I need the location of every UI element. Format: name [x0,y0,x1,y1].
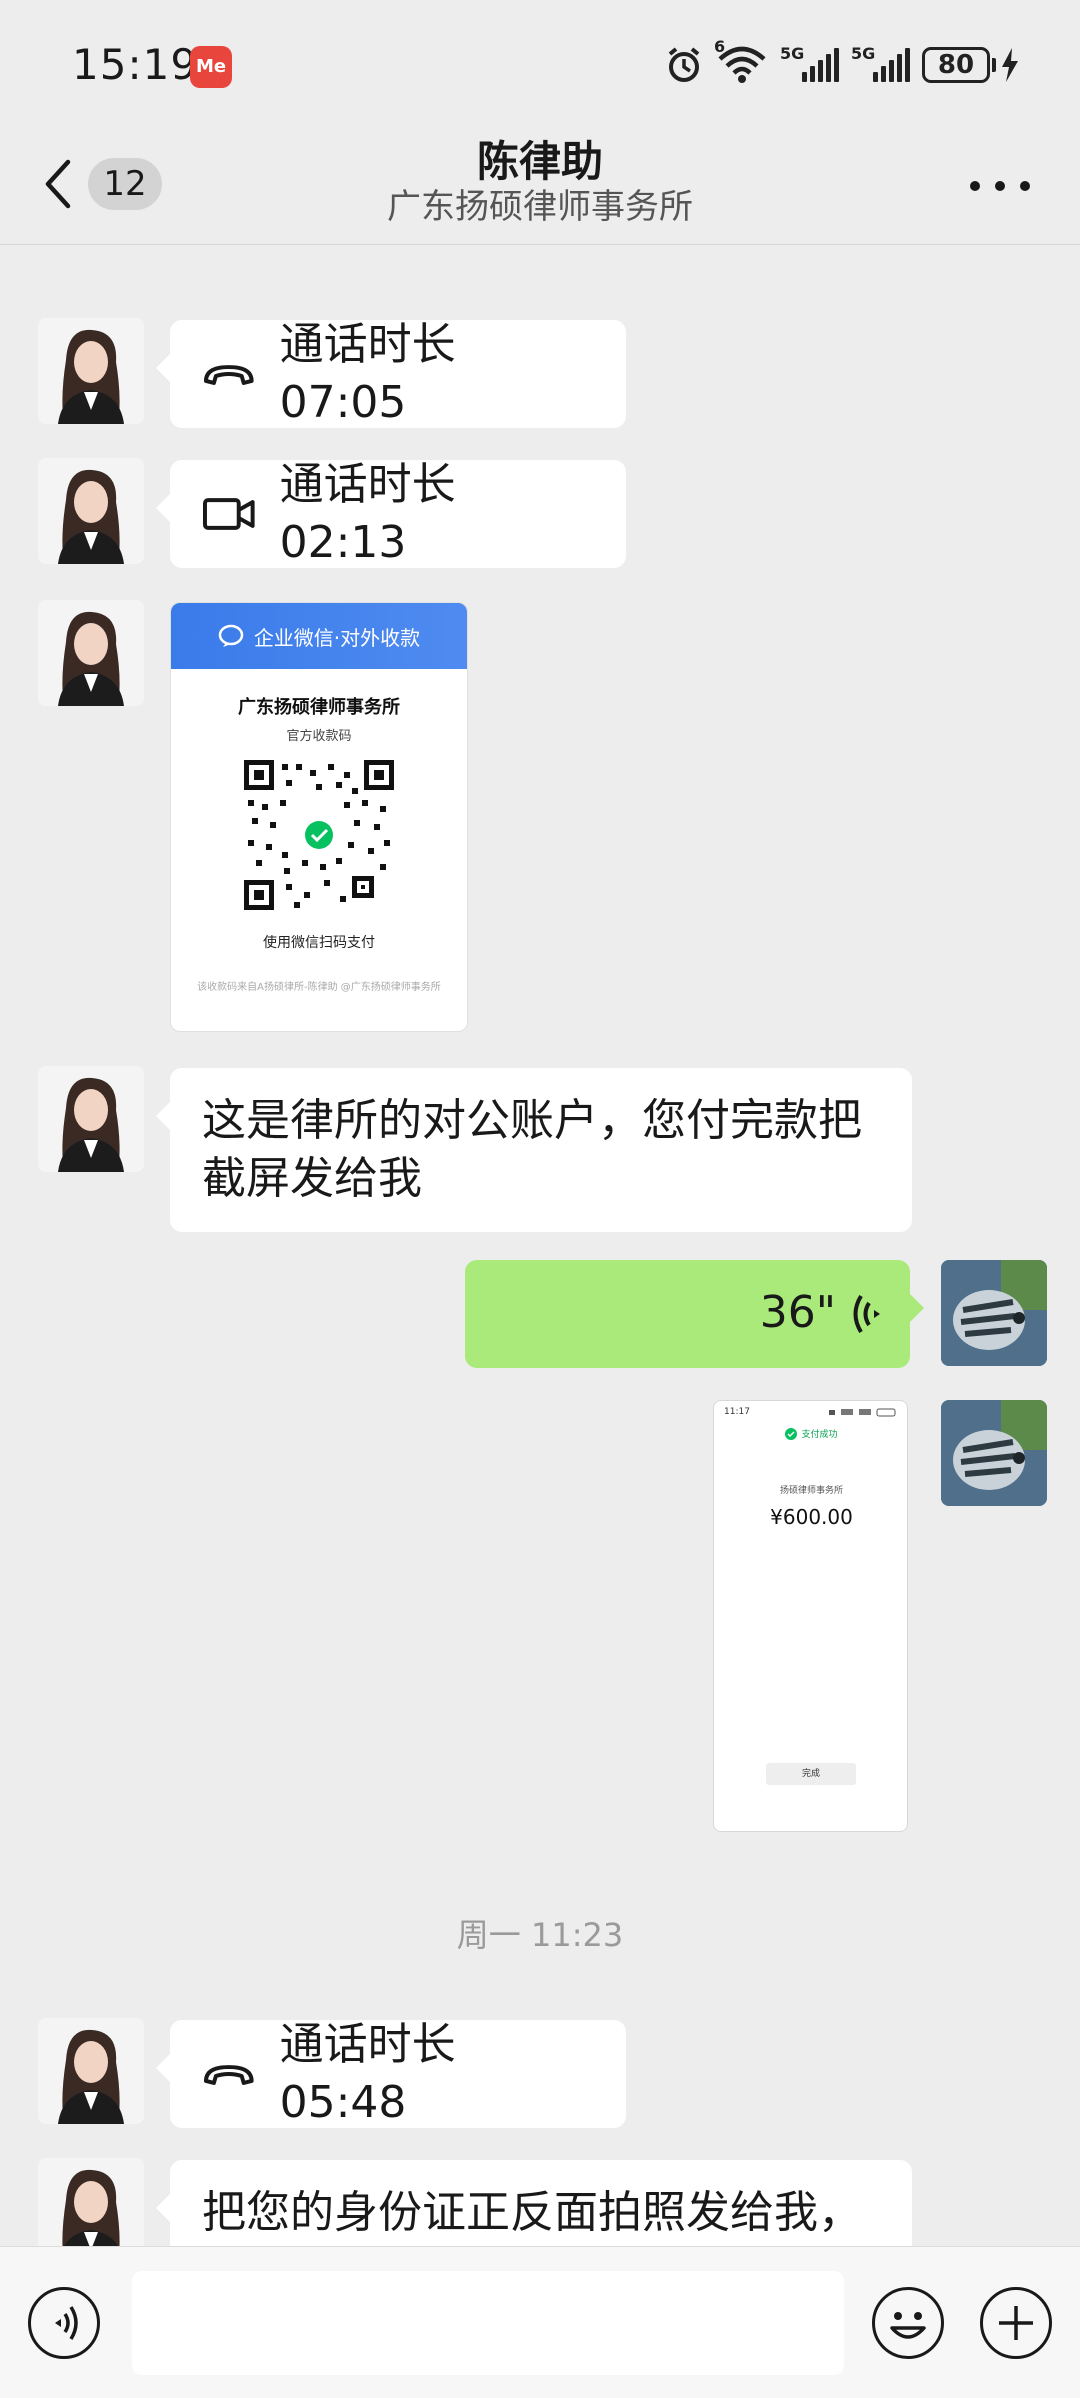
battery-level: 80 [922,47,990,83]
qr-card-title: 企业微信·对外收款 [253,625,421,650]
qr-footer: 该收款码来自A扬硕律所-陈律助 @广东扬硕律师事务所 [197,982,441,993]
call-duration: 通话时长 05:48 [279,2019,456,2128]
qr-code [244,760,394,910]
wifi-label: 6 [714,37,726,56]
more-options-button[interactable] [970,166,1030,206]
more-dots-icon [970,181,980,191]
receipt-time: 11:17 [724,1407,750,1417]
voice-input-button[interactable] [28,2287,100,2359]
phone-hangup-icon [203,365,254,385]
contact-avatar[interactable] [38,318,144,424]
signal-1-label: 5G [780,44,805,63]
contact-organization: 广东扬硕律师事务所 [387,187,693,227]
me-app-icon: Me [190,46,232,88]
call-record-bubble[interactable]: 通话时长 02:13 [156,459,626,568]
voice-duration: 36" [759,1287,836,1338]
receipt-status-icons [829,1408,896,1417]
call-record-bubble[interactable]: 通话时长 07:05 [156,319,626,428]
timestamp: 周一 11:23 [456,1916,624,1954]
receipt-status-text: 支付成功 [801,1430,838,1440]
call-record-bubble[interactable]: 通话时长 05:48 [156,2019,626,2128]
wifi-icon: 6 [714,37,768,85]
contact-avatar[interactable] [38,2158,144,2246]
my-avatar[interactable] [941,1400,1047,1506]
call-duration: 通话时长 02:13 [279,459,456,568]
message-list[interactable]: 通话时长 07:05 通话时长 02:13 企业微信·对外收款 广东扬硕律师事务… [0,246,1080,2246]
voice-input-icon [55,2306,78,2340]
plus-icon [999,2306,1033,2340]
signal-2-icon: 5G [851,44,910,82]
contact-avatar[interactable] [38,600,144,706]
contact-name: 陈律助 [476,137,603,186]
emoji-button[interactable] [872,2287,944,2359]
payment-qr-image[interactable]: 企业微信·对外收款 广东扬硕律师事务所 官方收款码 使用微信扫码支付 该收款码来… [170,602,468,1032]
chat-header: 12 陈律助 广东扬硕律师事务所 [0,130,1080,245]
input-bar [0,2246,1080,2398]
receipt-status: 支付成功 [714,1427,909,1440]
receipt-amount: ¥600.00 [770,1505,853,1529]
signal-2-label: 5G [851,44,876,63]
alarm-icon [668,47,700,82]
charging-icon [1002,48,1018,82]
payment-screenshot-image[interactable]: 11:17 支付成功 扬硕律师事务所 ¥600.00 完成 [713,1400,908,1832]
qr-card-header: 企业微信·对外收款 [171,603,467,669]
text-message-bubble[interactable]: 这是律所的对公账户，您付完款把截屏发给我 [156,1068,912,1232]
battery-icon: 80 [922,47,1020,83]
status-time: 15:19 [72,40,199,89]
qr-organization: 广东扬硕律师事务所 [238,697,400,718]
text-message-bubble[interactable]: 把您的身份证正反面拍照发给我， [156,2160,912,2246]
chat-bubble-icon [218,624,244,647]
message-text: 这是律所的对公账户，您付完款把截屏发给我 [202,1095,862,1204]
message-input[interactable] [132,2271,844,2375]
contact-avatar[interactable] [38,2018,144,2124]
contact-avatar[interactable] [38,1066,144,1172]
qr-hint: 使用微信扫码支付 [263,935,375,951]
qr-subtitle: 官方收款码 [286,729,352,744]
call-duration: 通话时长 07:05 [279,319,456,428]
contact-avatar[interactable] [38,458,144,564]
signal-1-icon: 5G [780,44,839,82]
my-avatar[interactable] [941,1260,1047,1366]
video-camera-icon [202,498,255,530]
message-text: 把您的身份证正反面拍照发给我， [202,2187,862,2238]
receipt-merchant: 扬硕律师事务所 [779,1486,843,1496]
check-circle-icon [785,1427,798,1440]
status-icons: 6 5G 5G 80 [664,37,1020,90]
voice-wave-icon [853,1294,880,1334]
voice-message-bubble[interactable]: 36" [465,1260,924,1368]
status-bar: 15:19 Me 6 5G 5G 80 [0,0,1080,130]
phone-hangup-icon [203,2065,254,2085]
more-functions-button[interactable] [980,2287,1052,2359]
emoji-icon [890,2312,926,2339]
receipt-done-button: 完成 [766,1763,856,1785]
